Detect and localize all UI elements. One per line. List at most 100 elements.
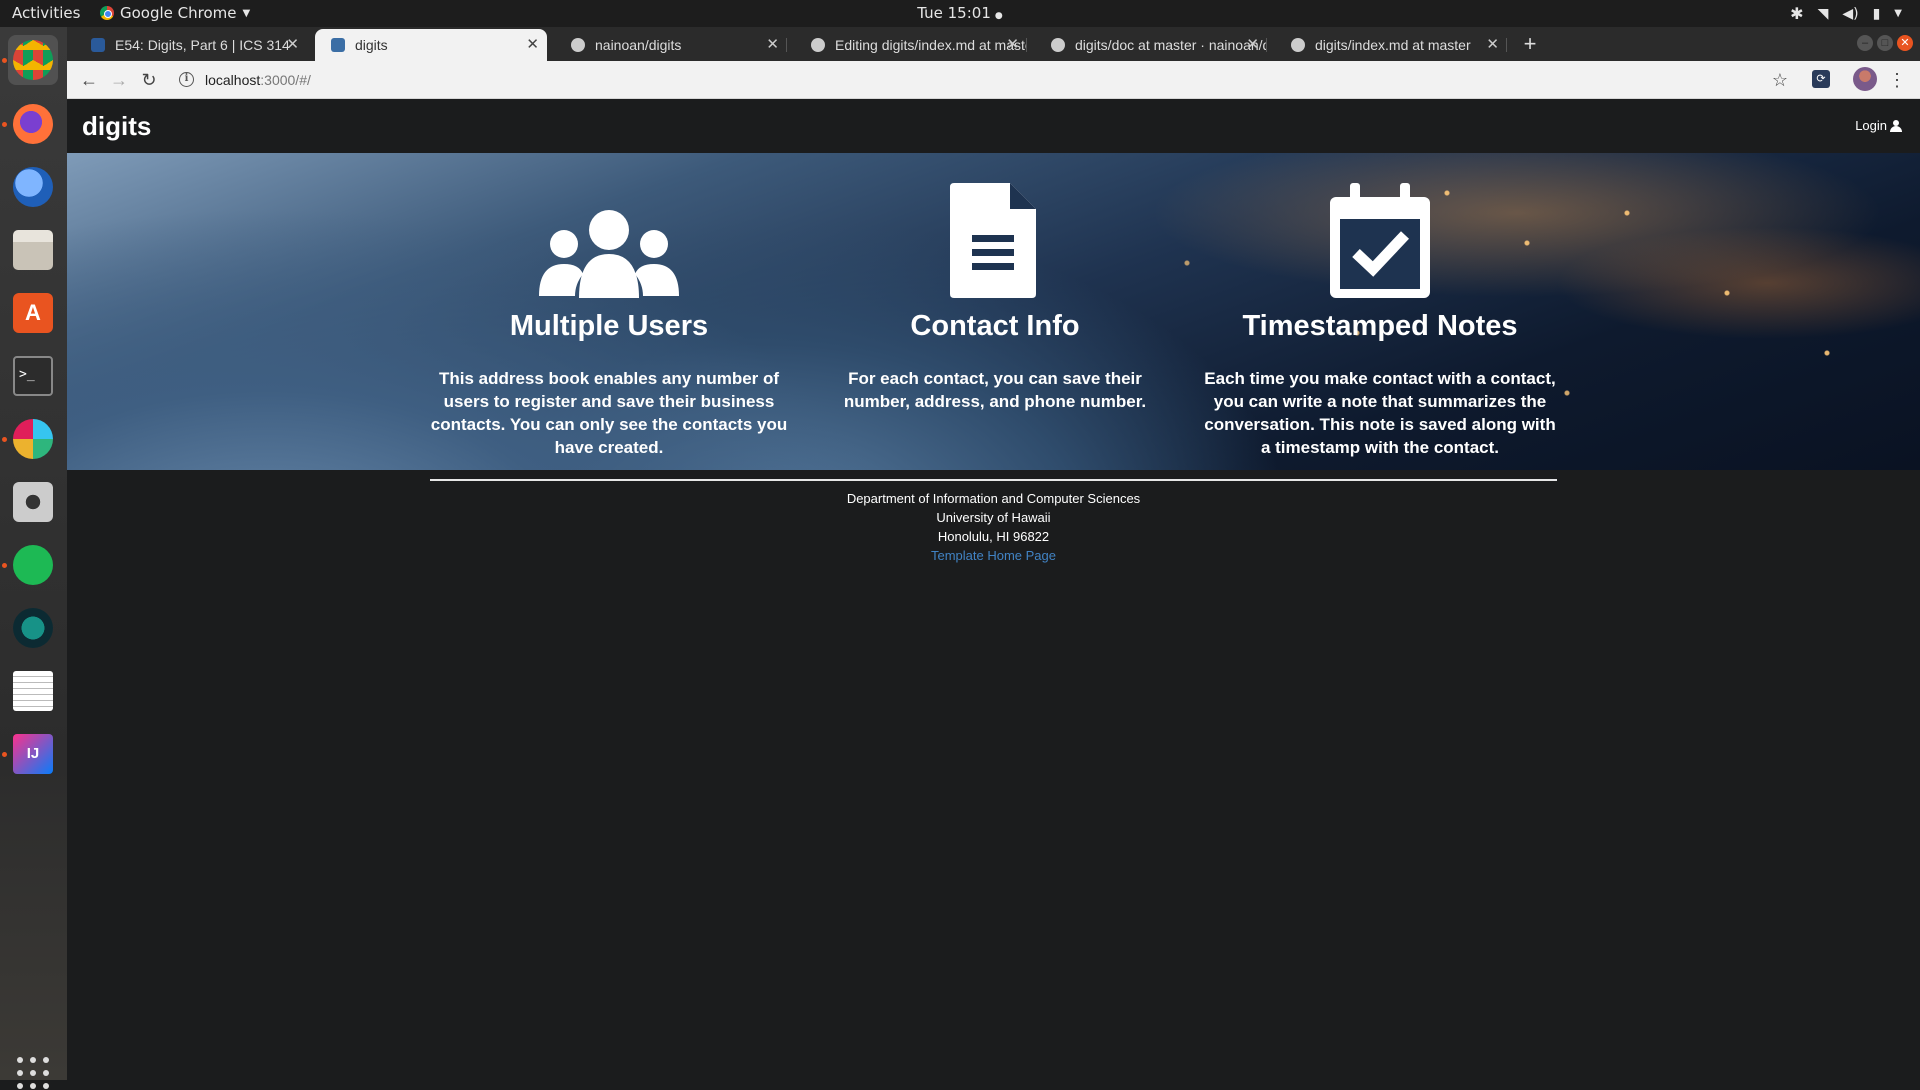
tab-e54-digits[interactable]: E54: Digits, Part 6 | ICS 314 ✕ xyxy=(75,29,307,61)
feature-description: For each contact, you can save their num… xyxy=(843,369,1147,411)
close-icon[interactable]: ✕ xyxy=(1246,29,1259,61)
footer-address: Honolulu, HI 96822 xyxy=(937,529,1050,544)
dock-intellij[interactable]: IJ xyxy=(8,729,58,779)
users-icon xyxy=(539,210,679,298)
url-path: :3000/#/ xyxy=(260,72,311,88)
text-editor-icon xyxy=(13,671,53,711)
chevron-down-icon: ▼ xyxy=(242,7,251,19)
tab-label: Editing digits/index.md at master xyxy=(835,37,1027,53)
web-page: digits Login Multiple Users This address… xyxy=(67,99,1920,1080)
minimize-button[interactable]: – xyxy=(1857,35,1873,51)
site-info-icon[interactable]: i xyxy=(179,72,194,87)
feature-description: Each time you make contact with a contac… xyxy=(1204,369,1556,457)
feature-timestamped-notes: Timestamped Notes Each time you make con… xyxy=(1190,153,1570,459)
close-icon[interactable]: ✕ xyxy=(1486,29,1499,61)
page-footer: Department of Information and Computer S… xyxy=(430,479,1557,565)
slack-tray-icon[interactable]: ✱ xyxy=(1790,4,1803,23)
dock-text-editor[interactable] xyxy=(8,666,58,716)
clock[interactable]: Tue 15:01 xyxy=(917,4,991,22)
software-center-icon: A xyxy=(13,293,53,333)
show-applications-icon[interactable] xyxy=(17,1057,50,1090)
activities-button[interactable]: Activities xyxy=(12,4,80,22)
brand-link[interactable]: digits xyxy=(82,111,151,142)
browser-window: E54: Digits, Part 6 | ICS 314 ✕ digits ✕… xyxy=(67,27,1920,1080)
chevron-down-icon[interactable]: ▼ xyxy=(1894,8,1902,19)
address-bar[interactable]: i localhost:3000/#/ xyxy=(171,65,1831,95)
tab-label: nainoan/digits xyxy=(595,37,682,53)
firefox-icon xyxy=(13,104,53,144)
spotify-icon xyxy=(13,545,53,585)
dock-software[interactable]: A xyxy=(8,288,58,338)
wifi-icon[interactable]: ◥ xyxy=(1818,6,1829,22)
feature-description: This address book enables any number of … xyxy=(430,369,788,457)
screenshot-icon xyxy=(13,482,53,522)
extension-icon[interactable]: ⟳ xyxy=(1812,70,1830,88)
intellij-icon: IJ xyxy=(13,734,53,774)
dock-gitkraken[interactable] xyxy=(8,603,58,653)
dock-thunderbird[interactable] xyxy=(8,162,58,212)
forward-arrow-icon[interactable]: → xyxy=(107,68,131,92)
file-text-icon xyxy=(950,183,1036,298)
running-indicator xyxy=(2,122,7,127)
page-favicon-icon xyxy=(91,38,105,52)
dock-screenshot[interactable] xyxy=(8,477,58,527)
login-dropdown[interactable]: Login xyxy=(1855,118,1902,133)
dock: A >_ IJ xyxy=(0,27,67,1089)
slack-icon xyxy=(13,419,53,459)
battery-icon[interactable]: ▮ xyxy=(1873,6,1881,22)
dock-chrome[interactable] xyxy=(8,35,58,85)
dock-firefox[interactable] xyxy=(8,99,58,149)
app-menu-label: Google Chrome xyxy=(120,4,237,22)
close-icon[interactable]: ✕ xyxy=(1006,29,1019,61)
tab-strip: E54: Digits, Part 6 | ICS 314 ✕ digits ✕… xyxy=(67,27,1920,61)
system-top-bar: Activities Google Chrome ▼ Tue 15:01 ● ✱ … xyxy=(0,0,1920,27)
reload-icon[interactable]: ↻ xyxy=(137,68,161,92)
dock-spotify[interactable] xyxy=(8,540,58,590)
page-favicon-icon xyxy=(331,38,345,52)
close-window-button[interactable]: ✕ xyxy=(1897,35,1913,51)
running-indicator xyxy=(2,752,7,757)
dock-slack[interactable] xyxy=(8,414,58,464)
menu-kebab-icon[interactable]: ⋮ xyxy=(1885,68,1909,92)
close-icon[interactable]: ✕ xyxy=(766,29,779,61)
github-icon xyxy=(1051,38,1065,52)
tab-label: digits/index.md at master xyxy=(1315,37,1471,53)
browser-toolbar: ← → ↻ i localhost:3000/#/ ☆ ⟳ ⋮ xyxy=(67,61,1920,99)
app-menu[interactable]: Google Chrome ▼ xyxy=(100,4,250,22)
volume-icon[interactable]: ◀) xyxy=(1842,6,1858,22)
system-tray: ✱ ◥ ◀) ▮ ▼ xyxy=(1790,4,1902,23)
running-indicator xyxy=(2,563,7,568)
site-navbar: digits Login xyxy=(67,99,1920,153)
close-icon[interactable]: ✕ xyxy=(526,29,539,61)
tab-digits[interactable]: digits ✕ xyxy=(315,29,547,61)
back-arrow-icon[interactable]: ← xyxy=(77,68,101,92)
dock-terminal[interactable]: >_ xyxy=(8,351,58,401)
user-icon xyxy=(1890,119,1902,132)
github-icon xyxy=(811,38,825,52)
new-tab-button[interactable]: + xyxy=(1515,29,1545,59)
tab-label: digits xyxy=(355,37,388,53)
running-indicator xyxy=(2,437,7,442)
tab-label: E54: Digits, Part 6 | ICS 314 xyxy=(115,37,290,53)
chrome-app-icon xyxy=(100,6,114,20)
tab-nainoan-digits[interactable]: nainoan/digits ✕ xyxy=(555,29,787,61)
feature-title: Multiple Users xyxy=(509,310,709,342)
footer-university: University of Hawaii xyxy=(936,510,1051,525)
feature-multiple-users: Multiple Users This address book enables… xyxy=(419,153,799,459)
close-icon[interactable]: ✕ xyxy=(286,29,299,61)
github-icon xyxy=(1291,38,1305,52)
profile-avatar[interactable] xyxy=(1853,67,1877,91)
maximize-button[interactable]: □ xyxy=(1877,35,1893,51)
tab-digits-doc[interactable]: digits/doc at master · nainoan/digits ✕ xyxy=(1035,29,1267,61)
dock-files[interactable] xyxy=(8,225,58,275)
notification-dot-icon: ● xyxy=(994,11,1003,21)
feature-contact-info: Contact Info For each contact, you can s… xyxy=(805,153,1185,413)
bookmark-star-icon[interactable]: ☆ xyxy=(1768,68,1792,92)
tab-digits-index[interactable]: digits/index.md at master ✕ xyxy=(1275,29,1507,61)
template-home-link[interactable]: Template Home Page xyxy=(931,548,1056,563)
files-icon xyxy=(13,230,53,270)
footer-department: Department of Information and Computer S… xyxy=(846,491,1141,506)
tab-editing-index[interactable]: Editing digits/index.md at master ✕ xyxy=(795,29,1027,61)
chrome-icon xyxy=(13,40,53,80)
github-icon xyxy=(571,38,585,52)
